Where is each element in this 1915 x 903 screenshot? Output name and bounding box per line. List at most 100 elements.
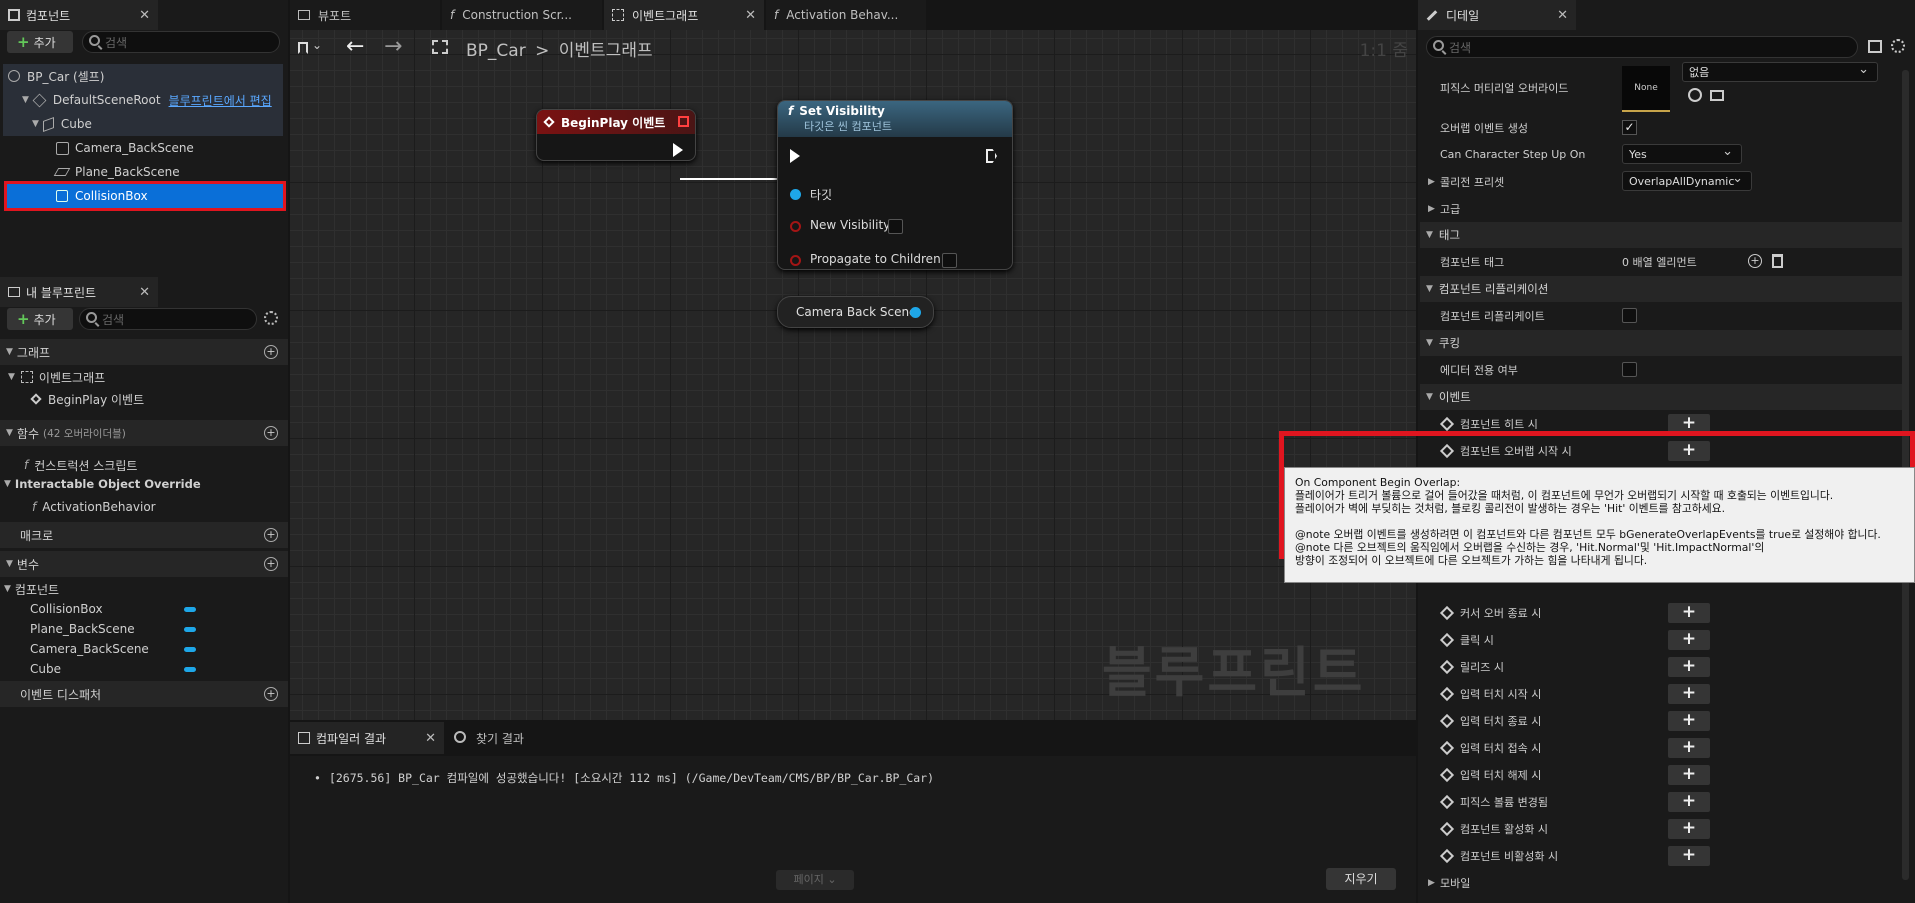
- tree-item-cube[interactable]: ▼ Cube: [32, 112, 92, 136]
- add-function-icon[interactable]: +: [264, 426, 278, 440]
- close-icon[interactable]: ✕: [1557, 8, 1568, 23]
- collapse-arrow-icon[interactable]: ▼: [1426, 338, 1433, 348]
- replicates-checkbox[interactable]: [1622, 308, 1637, 323]
- section-replication[interactable]: ▼ 컴포넌트 리플리케이션: [1420, 276, 1905, 302]
- tab-my-blueprint[interactable]: 내 블루프린트 ✕: [0, 277, 158, 307]
- collision-preset-combo[interactable]: OverlapAllDynamic: [1622, 171, 1752, 191]
- add-event-button[interactable]: +: [1668, 630, 1710, 650]
- phys-material-thumbnail[interactable]: None: [1622, 66, 1670, 112]
- add-component-button[interactable]: + 추가: [7, 31, 73, 53]
- close-icon[interactable]: ✕: [425, 731, 436, 746]
- add-event-button[interactable]: +: [1668, 792, 1710, 812]
- clear-button[interactable]: 지우기: [1326, 868, 1396, 890]
- add-event-button[interactable]: +: [1668, 738, 1710, 758]
- exec-out-pin[interactable]: [673, 143, 683, 157]
- trash-icon[interactable]: [1772, 254, 1783, 268]
- tab-event-graph[interactable]: 이벤트그래프 ✕: [604, 0, 764, 30]
- add-element-icon[interactable]: +: [1748, 254, 1762, 268]
- close-icon[interactable]: ✕: [745, 8, 756, 23]
- gear-icon[interactable]: [1891, 39, 1905, 53]
- add-variable-icon[interactable]: +: [264, 557, 278, 571]
- add-dispatcher-icon[interactable]: +: [264, 687, 278, 701]
- propagate-checkbox[interactable]: [942, 253, 957, 268]
- add-graph-icon[interactable]: +: [264, 345, 278, 359]
- step-up-combo[interactable]: Yes: [1622, 144, 1742, 164]
- add-event-button[interactable]: +: [1668, 657, 1710, 677]
- phys-material-combo[interactable]: 없음: [1682, 62, 1878, 82]
- collapse-arrow-icon[interactable]: ▼: [22, 95, 29, 105]
- tab-viewport[interactable]: 뷰포트: [290, 0, 440, 30]
- tree-item-collision-box[interactable]: CollisionBox: [56, 184, 148, 208]
- interactable-override-group[interactable]: ▼ Interactable Object Override: [4, 472, 201, 496]
- expand-arrow-icon[interactable]: ▶: [1428, 177, 1435, 187]
- table-view-icon[interactable]: [1868, 40, 1882, 53]
- add-event-button[interactable]: +: [1668, 846, 1710, 866]
- row-advanced[interactable]: ▶ 고급: [1420, 195, 1905, 222]
- new-visibility-pin[interactable]: [790, 221, 801, 232]
- collapse-arrow-icon[interactable]: ▼: [8, 372, 15, 382]
- expand-arrow-icon[interactable]: ▶: [1428, 878, 1435, 888]
- section-dispatchers[interactable]: 이벤트 디스패처 +: [0, 681, 288, 707]
- exec-in-pin[interactable]: [790, 149, 800, 163]
- delegate-pin-icon[interactable]: [678, 116, 689, 127]
- edit-in-blueprint-link[interactable]: 블루프린트에서 편집: [169, 92, 272, 109]
- section-variables[interactable]: ▼ 변수 +: [0, 551, 288, 577]
- folder-search-icon[interactable]: [1710, 90, 1724, 101]
- tab-details[interactable]: 디테일 ✕: [1418, 0, 1576, 30]
- editor-only-checkbox[interactable]: [1622, 362, 1637, 377]
- details-search-input[interactable]: 검색: [1426, 36, 1858, 58]
- target-pin[interactable]: [790, 189, 801, 200]
- activation-behavior-item[interactable]: f ActivationBehavior: [32, 495, 156, 519]
- add-blueprint-member-button[interactable]: + 추가: [7, 308, 73, 330]
- add-event-button[interactable]: +: [1668, 603, 1710, 623]
- blueprint-search-input[interactable]: 검색: [79, 308, 257, 330]
- section-tags[interactable]: ▼ 태그: [1420, 222, 1905, 248]
- collapse-arrow-icon[interactable]: ▼: [6, 347, 13, 357]
- section-cooking[interactable]: ▼ 쿠킹: [1420, 330, 1905, 356]
- tab-activation-behavior[interactable]: f Activation Behav...: [766, 0, 926, 30]
- variable-item[interactable]: Cube: [30, 657, 61, 681]
- tree-item-camera-backscene[interactable]: Camera_BackScene: [56, 136, 194, 160]
- section-events[interactable]: ▼ 이벤트: [1420, 384, 1905, 410]
- add-event-button[interactable]: +: [1668, 819, 1710, 839]
- add-event-button[interactable]: +: [1668, 765, 1710, 785]
- collapse-arrow-icon[interactable]: ▼: [4, 479, 11, 489]
- tree-item-bp-car[interactable]: BP_Car (셀프): [8, 64, 104, 88]
- close-icon[interactable]: ✕: [139, 285, 150, 300]
- collapse-arrow-icon[interactable]: ▼: [1426, 392, 1433, 402]
- exec-out-pin[interactable]: [986, 149, 997, 163]
- close-icon[interactable]: ✕: [139, 8, 150, 23]
- event-graph-item[interactable]: ▼ 이벤트그래프: [8, 365, 105, 389]
- set-visibility-node[interactable]: f Set Visibility 타깃은 씬 컴포넌트 타깃 New Visibi…: [777, 100, 1013, 270]
- tab-components[interactable]: 컴포넌트 ✕: [0, 0, 158, 30]
- collapse-arrow-icon[interactable]: ▼: [32, 119, 39, 129]
- camera-back-scene-node[interactable]: Camera Back Scene: [777, 296, 934, 328]
- beginplay-event-item[interactable]: BeginPlay 이벤트: [30, 387, 144, 411]
- collapse-arrow-icon[interactable]: ▼: [1426, 230, 1433, 240]
- collapse-arrow-icon[interactable]: ▼: [1426, 284, 1433, 294]
- gear-icon[interactable]: [264, 311, 278, 325]
- browse-arrow-icon[interactable]: [1688, 88, 1702, 102]
- tab-compiler-results[interactable]: 컴파일러 결과 ✕: [290, 722, 444, 754]
- collapse-arrow-icon[interactable]: ▼: [4, 584, 11, 594]
- overlap-checkbox[interactable]: ✓: [1622, 120, 1637, 135]
- add-event-button[interactable]: +: [1668, 684, 1710, 704]
- tab-find-results[interactable]: 찾기 결과: [446, 722, 566, 754]
- add-event-button[interactable]: +: [1668, 711, 1710, 731]
- expand-arrow-icon[interactable]: ▶: [1428, 204, 1435, 214]
- collapse-arrow-icon[interactable]: ▼: [6, 559, 13, 569]
- row-mobile[interactable]: ▶ 모바일: [1420, 869, 1905, 896]
- components-search-input[interactable]: 검색: [82, 31, 280, 53]
- section-macros[interactable]: 매크로 +: [0, 522, 288, 548]
- section-graphs[interactable]: ▼ 그래프 +: [0, 339, 288, 365]
- add-macro-icon[interactable]: +: [264, 528, 278, 542]
- beginplay-node[interactable]: BeginPlay 이벤트: [536, 109, 696, 161]
- propagate-pin[interactable]: [790, 255, 801, 266]
- graph-canvas[interactable]: ⌄ ← → BP_Car > 이벤트그래프 1:1 줌 BeginPlay 이벤…: [290, 30, 1416, 720]
- tab-construction-script[interactable]: f Construction Scr...: [442, 0, 602, 30]
- tree-item-default-scene-root[interactable]: ▼ DefaultSceneRoot 블루프린트에서 편집: [22, 88, 272, 112]
- page-dropdown[interactable]: 페이지 ⌄: [776, 870, 854, 890]
- new-visibility-checkbox[interactable]: [888, 219, 903, 234]
- collapse-arrow-icon[interactable]: ▼: [6, 428, 13, 438]
- section-functions[interactable]: ▼ 함수 (42 오버라이더블) +: [0, 420, 288, 446]
